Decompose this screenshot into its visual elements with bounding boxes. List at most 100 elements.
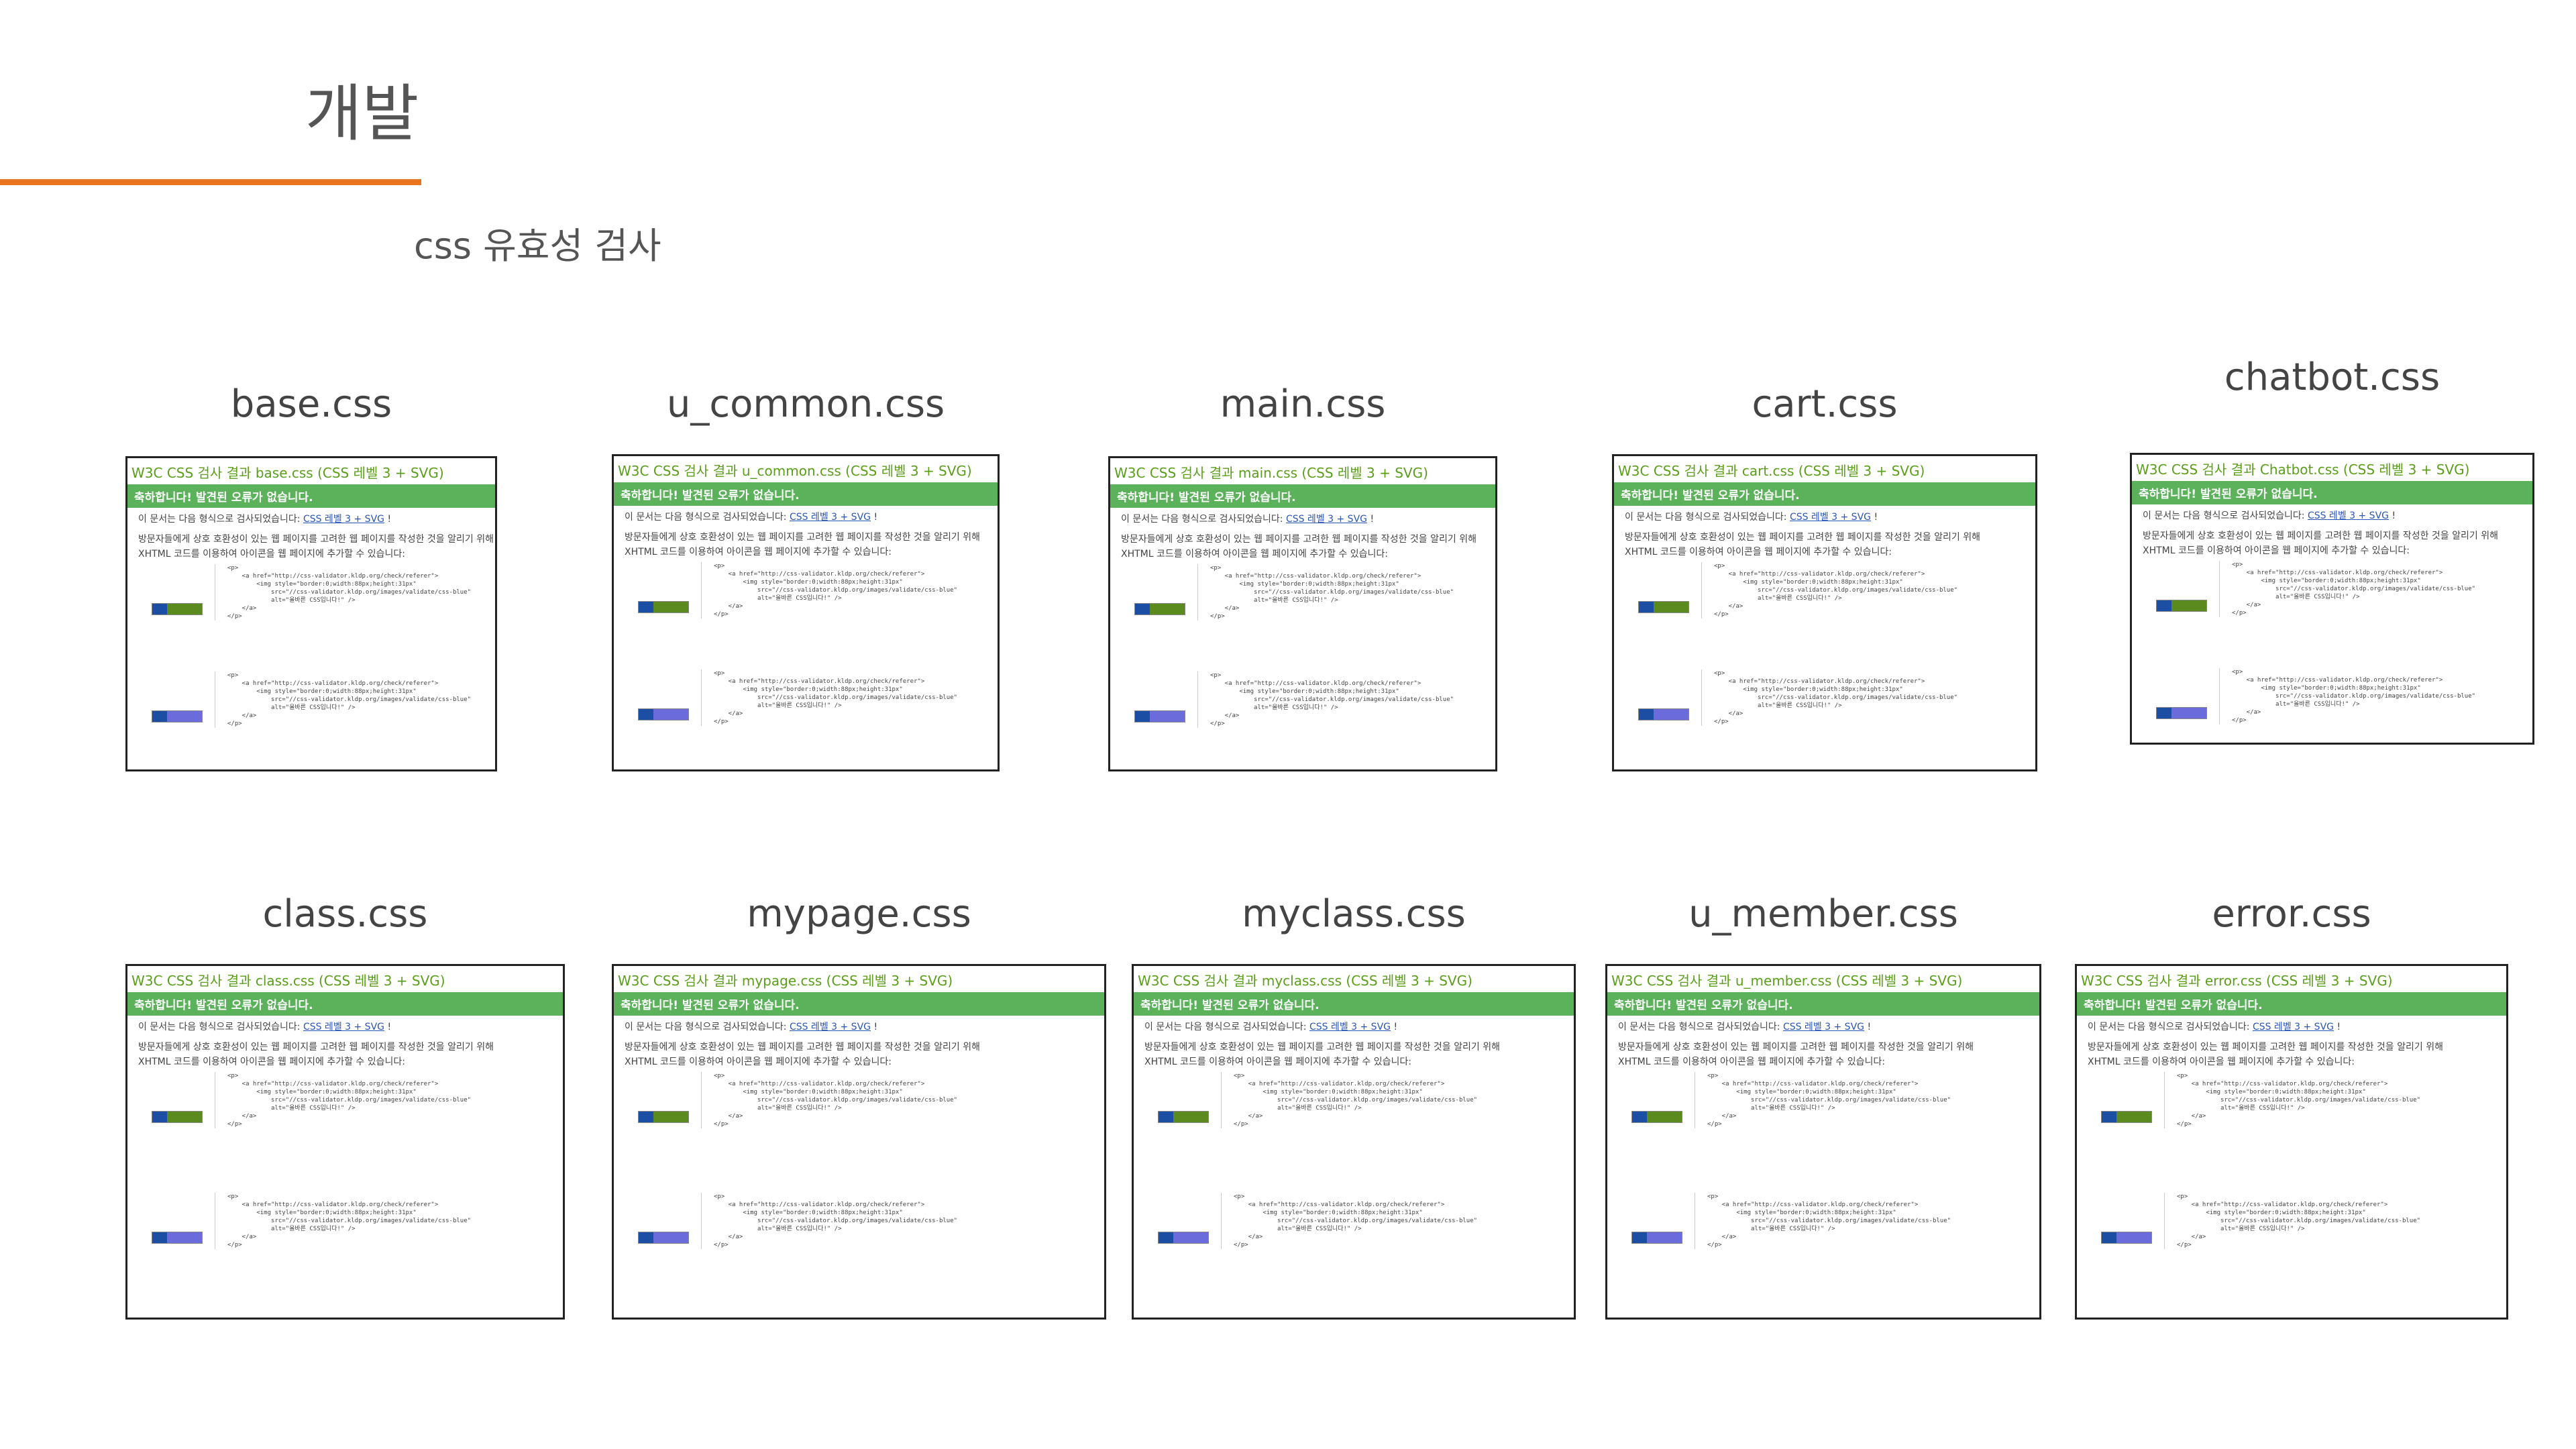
- css-validator-badge-icon: [2101, 1111, 2152, 1123]
- doc-info: 이 문서는 다음 형식으로 검사되었습니다: CSS 레벨 3 + SVG !: [2088, 1022, 2341, 1032]
- badge-instructions: 방문자들에게 상호 호환성이 있는 웹 페이지를 고려한 웹 페이지를 작성한 …: [2143, 531, 2498, 556]
- valid-banner: 축하합니다! 발견된 오류가 없습니다.: [1614, 482, 2035, 506]
- badge-sample: <p> <a href="http://css-validator.kldp.o…: [2077, 1069, 2506, 1190]
- validator-heading: W3C CSS 검사 결과 cart.css (CSS 레벨 3 + SVG): [1618, 463, 1925, 479]
- css-validator-badge-icon: [1134, 603, 1185, 615]
- badge-sample: <p> <a href="http://css-validator.kldp.o…: [1614, 559, 2035, 667]
- css-level-link[interactable]: CSS 레벨 3 + SVG: [1790, 512, 1871, 523]
- badge-code: <p> <a href="http://css-validator.kldp.o…: [2219, 668, 2475, 724]
- validator-heading: W3C CSS 검사 결과 base.css (CSS 레벨 3 + SVG): [131, 465, 444, 481]
- validator-screenshot: W3C CSS 검사 결과 cart.css (CSS 레벨 3 + SVG) …: [1612, 454, 2037, 771]
- doc-info: 이 문서는 다음 형식으로 검사되었습니다: CSS 레벨 3 + SVG !: [625, 1022, 878, 1032]
- valid-banner: 축하합니다! 발견된 오류가 없습니다.: [1110, 484, 1495, 508]
- css-validator-badge-icon: [1638, 601, 1689, 613]
- doc-info: 이 문서는 다음 형식으로 검사되었습니다: CSS 레벨 3 + SVG !: [1121, 514, 1375, 525]
- badge-sample: <p> <a href="http://css-validator.kldp.o…: [614, 1190, 1104, 1311]
- validator-screenshot: W3C CSS 검사 결과 error.css (CSS 레벨 3 + SVG)…: [2075, 964, 2508, 1320]
- validator-screenshot: W3C CSS 검사 결과 u_member.css (CSS 레벨 3 + S…: [1605, 964, 2041, 1320]
- card-label: chatbot.css: [2224, 356, 2440, 399]
- card-label: u_common.css: [666, 382, 945, 426]
- css-level-link[interactable]: CSS 레벨 3 + SVG: [1309, 1022, 1391, 1032]
- css-level-link[interactable]: CSS 레벨 3 + SVG: [303, 1022, 384, 1032]
- doc-info: 이 문서는 다음 형식으로 검사되었습니다: CSS 레벨 3 + SVG !: [138, 514, 392, 525]
- css-level-link[interactable]: CSS 레벨 3 + SVG: [790, 1022, 871, 1032]
- valid-banner: 축하합니다! 발견된 오류가 없습니다.: [614, 482, 998, 506]
- badge-sample: <p> <a href="http://css-validator.kldp.o…: [2077, 1190, 2506, 1311]
- validator-heading: W3C CSS 검사 결과 Chatbot.css (CSS 레벨 3 + SV…: [2136, 462, 2470, 478]
- validator-heading: W3C CSS 검사 결과 class.css (CSS 레벨 3 + SVG): [131, 973, 445, 989]
- css-validator-badge-icon: [152, 603, 203, 615]
- badge-code: <p> <a href="http://css-validator.kldp.o…: [215, 1193, 471, 1249]
- badge-sample: <p> <a href="http://css-validator.kldp.o…: [127, 1069, 563, 1190]
- valid-banner: 축하합니다! 발견된 오류가 없습니다.: [1607, 992, 2039, 1016]
- card-label: mypage.css: [747, 892, 971, 936]
- badge-code: <p> <a href="http://css-validator.kldp.o…: [215, 564, 471, 621]
- css-level-link[interactable]: CSS 레벨 3 + SVG: [1783, 1022, 1864, 1032]
- section-subtitle: css 유효성 검사: [414, 225, 661, 267]
- valid-banner: 축하합니다! 발견된 오류가 없습니다.: [127, 484, 495, 508]
- badge-instructions: 방문자들에게 상호 호환성이 있는 웹 페이지를 고려한 웹 페이지를 작성한 …: [625, 532, 980, 557]
- validator-screenshot: W3C CSS 검사 결과 main.css (CSS 레벨 3 + SVG) …: [1108, 456, 1497, 771]
- badge-code: <p> <a href="http://css-validator.kldp.o…: [1221, 1072, 1477, 1128]
- card-label: cart.css: [1752, 382, 1898, 426]
- css-validator-badge-icon: [2156, 707, 2207, 719]
- css-validator-badge-icon: [638, 601, 689, 613]
- card-label: error.css: [2212, 892, 2371, 936]
- badge-code: <p> <a href="http://css-validator.kldp.o…: [1701, 562, 1957, 619]
- css-validator-badge-icon: [638, 1232, 689, 1244]
- badge-code: <p> <a href="http://css-validator.kldp.o…: [701, 562, 957, 619]
- badge-code: <p> <a href="http://css-validator.kldp.o…: [2164, 1193, 2420, 1249]
- css-validator-badge-icon: [1158, 1111, 1209, 1123]
- badge-sample: <p> <a href="http://css-validator.kldp.o…: [2132, 665, 2532, 743]
- validator-heading: W3C CSS 검사 결과 mypage.css (CSS 레벨 3 + SVG…: [618, 973, 953, 989]
- card-label: myclass.css: [1242, 892, 1466, 936]
- badge-sample: <p> <a href="http://css-validator.kldp.o…: [127, 669, 495, 769]
- css-validator-badge-icon: [638, 708, 689, 720]
- css-level-link[interactable]: CSS 레벨 3 + SVG: [2308, 511, 2389, 521]
- card-label: base.css: [230, 382, 392, 426]
- valid-banner: 축하합니다! 발견된 오류가 없습니다.: [2077, 992, 2506, 1016]
- validator-heading: W3C CSS 검사 결과 u_common.css (CSS 레벨 3 + S…: [618, 463, 972, 479]
- doc-info: 이 문서는 다음 형식으로 검사되었습니다: CSS 레벨 3 + SVG !: [625, 512, 878, 523]
- valid-banner: 축하합니다! 발견된 오류가 없습니다.: [614, 992, 1104, 1016]
- doc-info: 이 문서는 다음 형식으로 검사되었습니다: CSS 레벨 3 + SVG !: [1144, 1022, 1398, 1032]
- badge-sample: <p> <a href="http://css-validator.kldp.o…: [614, 1069, 1104, 1190]
- badge-instructions: 방문자들에게 상호 호환성이 있는 웹 페이지를 고려한 웹 페이지를 작성한 …: [1618, 1042, 1974, 1067]
- badge-code: <p> <a href="http://css-validator.kldp.o…: [1197, 672, 1454, 728]
- badge-sample: <p> <a href="http://css-validator.kldp.o…: [614, 667, 998, 769]
- css-validator-badge-icon: [1638, 708, 1689, 720]
- badge-instructions: 방문자들에게 상호 호환성이 있는 웹 페이지를 고려한 웹 페이지를 작성한 …: [138, 1042, 494, 1067]
- css-level-link[interactable]: CSS 레벨 3 + SVG: [2253, 1022, 2334, 1032]
- badge-code: <p> <a href="http://css-validator.kldp.o…: [701, 669, 957, 726]
- css-validator-badge-icon: [638, 1111, 689, 1123]
- css-validator-badge-icon: [152, 1111, 203, 1123]
- badge-code: <p> <a href="http://css-validator.kldp.o…: [215, 672, 471, 728]
- css-level-link[interactable]: CSS 레벨 3 + SVG: [790, 512, 871, 523]
- badge-sample: <p> <a href="http://css-validator.kldp.o…: [1607, 1069, 2039, 1190]
- valid-banner: 축하합니다! 발견된 오류가 없습니다.: [1134, 992, 1574, 1016]
- valid-banner: 축하합니다! 발견된 오류가 없습니다.: [127, 992, 563, 1016]
- doc-info: 이 문서는 다음 형식으로 검사되었습니다: CSS 레벨 3 + SVG !: [138, 1022, 392, 1032]
- css-level-link[interactable]: CSS 레벨 3 + SVG: [1286, 514, 1367, 525]
- badge-code: <p> <a href="http://css-validator.kldp.o…: [1695, 1193, 1951, 1249]
- badge-sample: <p> <a href="http://css-validator.kldp.o…: [614, 559, 998, 667]
- badge-sample: <p> <a href="http://css-validator.kldp.o…: [2132, 558, 2532, 665]
- css-level-link[interactable]: CSS 레벨 3 + SVG: [303, 514, 384, 525]
- badge-sample: <p> <a href="http://css-validator.kldp.o…: [1134, 1069, 1574, 1190]
- validator-heading: W3C CSS 검사 결과 main.css (CSS 레벨 3 + SVG): [1114, 465, 1428, 481]
- badge-instructions: 방문자들에게 상호 호환성이 있는 웹 페이지를 고려한 웹 페이지를 작성한 …: [138, 534, 494, 559]
- badge-instructions: 방문자들에게 상호 호환성이 있는 웹 페이지를 고려한 웹 페이지를 작성한 …: [625, 1042, 980, 1067]
- doc-info: 이 문서는 다음 형식으로 검사되었습니다: CSS 레벨 3 + SVG !: [1618, 1022, 1872, 1032]
- badge-code: <p> <a href="http://css-validator.kldp.o…: [1695, 1072, 1951, 1128]
- validator-heading: W3C CSS 검사 결과 error.css (CSS 레벨 3 + SVG): [2081, 973, 2393, 989]
- validator-screenshot: W3C CSS 검사 결과 class.css (CSS 레벨 3 + SVG)…: [125, 964, 565, 1320]
- badge-code: <p> <a href="http://css-validator.kldp.o…: [701, 1193, 957, 1249]
- badge-instructions: 방문자들에게 상호 호환성이 있는 웹 페이지를 고려한 웹 페이지를 작성한 …: [2088, 1042, 2443, 1067]
- css-validator-badge-icon: [2156, 600, 2207, 612]
- badge-code: <p> <a href="http://css-validator.kldp.o…: [701, 1072, 957, 1128]
- badge-code: <p> <a href="http://css-validator.kldp.o…: [1701, 669, 1957, 726]
- css-validator-badge-icon: [1158, 1232, 1209, 1244]
- badge-instructions: 방문자들에게 상호 호환성이 있는 웹 페이지를 고려한 웹 페이지를 작성한 …: [1144, 1042, 1500, 1067]
- css-validator-badge-icon: [152, 710, 203, 722]
- badge-code: <p> <a href="http://css-validator.kldp.o…: [2164, 1072, 2420, 1128]
